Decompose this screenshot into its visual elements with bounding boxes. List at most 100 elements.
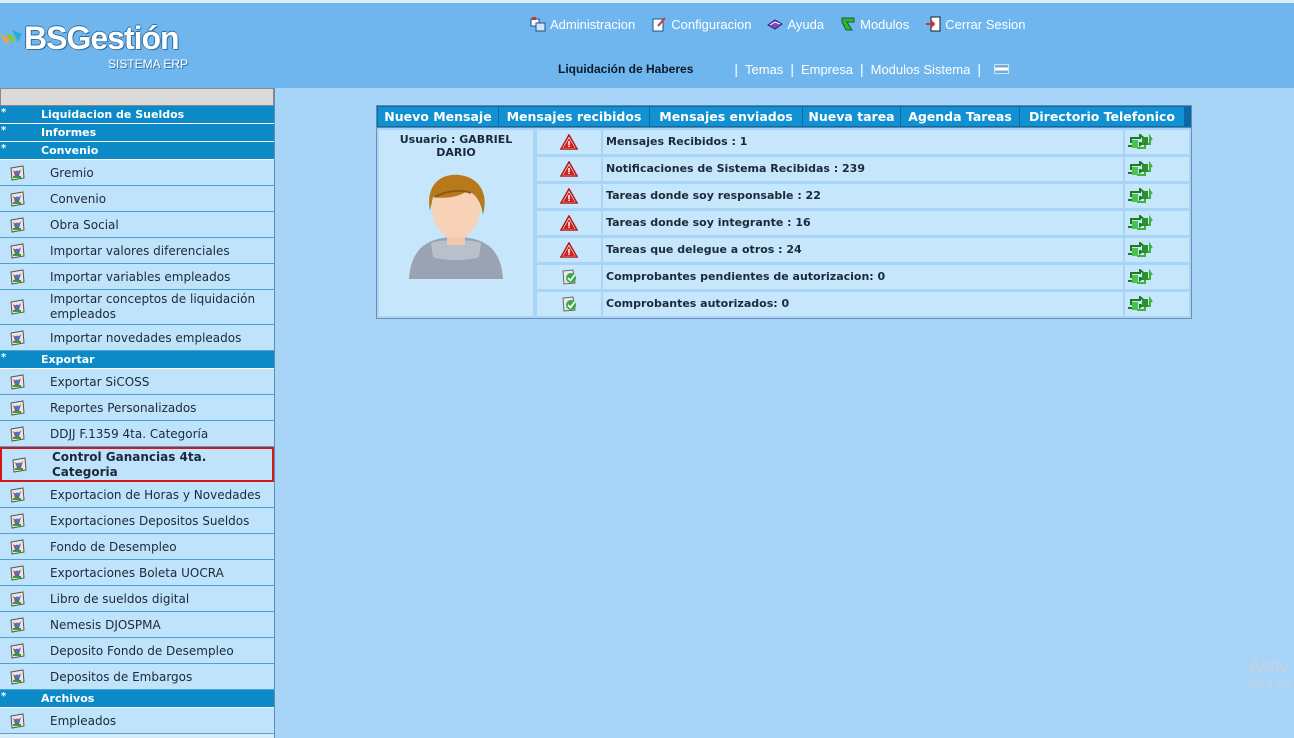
menu-item-icon <box>10 456 28 474</box>
menu-item-label: Importar novedades empleados <box>50 330 242 345</box>
menu-item-icon <box>8 399 26 417</box>
menu-item-icon <box>8 642 26 660</box>
notification-row: Tareas que delegue a otros : 24 <box>537 238 1189 262</box>
menu-item[interactable]: Importar conceptos de liquidación emplea… <box>0 290 274 325</box>
nav-ayuda-label: Ayuda <box>787 16 825 32</box>
notification-text: Tareas que delegue a otros : 24 <box>603 238 1123 262</box>
menu-section[interactable]: Informes <box>0 122 274 142</box>
notification-text: Comprobantes pendientes de autorizacion:… <box>603 265 1123 289</box>
menu-item-icon <box>8 373 26 391</box>
menu-item[interactable]: Libro de sueldos digital <box>0 586 274 612</box>
nav-modulos-label: Modulos <box>860 16 910 32</box>
menu-item[interactable]: Importar variables empleados <box>0 264 274 290</box>
watermark: Activ Ve a Co <box>1249 656 1292 691</box>
separator: | <box>859 61 864 77</box>
menu-item[interactable]: Exportacion de Horas y Novedades <box>0 482 274 508</box>
menu-item[interactable]: Gremio <box>0 160 274 186</box>
nav-modulos[interactable]: Modulos <box>840 16 909 32</box>
menu-item-label: Importar variables empleados <box>50 269 231 284</box>
sidebar-search-bar[interactable] <box>0 88 274 106</box>
menu-item-icon <box>8 668 26 686</box>
check-icon <box>537 265 601 289</box>
go-arrow-icon[interactable] <box>1125 184 1189 208</box>
link-empresa[interactable]: Empresa <box>801 62 853 77</box>
menu-item[interactable]: Importar novedades empleados <box>0 325 274 351</box>
menu-item-icon <box>8 512 26 530</box>
menu-item-label: Libro de sueldos digital <box>50 591 190 606</box>
module-bar: Liquidación de Haberes | Temas | Empresa… <box>558 61 1009 77</box>
menu-item-selected[interactable]: Control Ganancias 4ta. Categoria <box>0 447 274 482</box>
link-modulos-sistema[interactable]: Modulos Sistema <box>871 62 971 77</box>
watermark-line2: Ve a Co <box>1249 677 1292 691</box>
notification-row: Tareas donde soy responsable : 22 <box>537 184 1189 208</box>
notification-row: Mensajes Recibidos : 1 <box>537 130 1189 154</box>
notification-text: Notificaciones de Sistema Recibidas : 23… <box>603 157 1123 181</box>
tab-agenda-tareas[interactable]: Agenda Tareas <box>901 107 1019 126</box>
link-temas[interactable]: Temas <box>745 62 783 77</box>
tab-mensajes-enviados[interactable]: Mensajes enviados <box>650 107 802 126</box>
menu-item-label: Reportes Personalizados <box>50 400 197 415</box>
menu-section[interactable]: Convenio <box>0 140 274 160</box>
argentina-flag-icon[interactable] <box>993 64 1009 74</box>
menu-item-icon <box>8 242 26 260</box>
menu-item-label: Empleados <box>50 713 117 728</box>
menu-item-icon <box>8 216 26 234</box>
menu-item[interactable]: Fondo de Desempleo <box>0 534 274 560</box>
warning-icon <box>537 157 601 181</box>
menu-item-icon <box>8 486 26 504</box>
tab-directorio-telefonico[interactable]: Directorio Telefonico <box>1020 107 1184 126</box>
menu-item-icon <box>8 590 26 608</box>
menu-item-label: Nemesis DJOSPMA <box>50 617 161 632</box>
menu-item[interactable]: Exportar SiCOSS <box>0 369 274 395</box>
tab-mensajes-recibidos[interactable]: Mensajes recibidos <box>499 107 649 126</box>
logout-icon <box>926 16 941 32</box>
separator: | <box>790 61 794 77</box>
tab-nuevo-mensaje[interactable]: Nuevo Mensaje <box>378 107 498 126</box>
menu-item[interactable]: Empleados <box>0 708 274 734</box>
go-arrow-icon[interactable] <box>1125 265 1189 289</box>
go-arrow-icon[interactable] <box>1125 238 1189 262</box>
menu-item-label: Depositos de Embargos <box>50 669 193 684</box>
menu-item-label: Exportaciones Depositos Sueldos <box>50 513 250 528</box>
menu-item-icon <box>8 268 26 286</box>
menu-item-label: Importar valores diferenciales <box>50 243 230 258</box>
menu-section[interactable]: Exportar <box>0 349 274 369</box>
menu-item-label: Importar conceptos de liquidación emplea… <box>50 292 256 321</box>
nav-administracion[interactable]: Administracion <box>530 16 635 32</box>
logo[interactable]: BSGestión SISTEMA ERP <box>0 20 210 75</box>
logo-subtitle: SISTEMA ERP <box>108 57 189 71</box>
warning-icon <box>537 130 601 154</box>
go-arrow-icon[interactable] <box>1125 211 1189 235</box>
check-icon <box>537 292 601 316</box>
menu-item-label: Gremio <box>50 165 94 180</box>
menu-item-icon <box>8 329 26 347</box>
separator: | <box>734 61 739 77</box>
menu-item[interactable]: Reportes Personalizados <box>0 395 274 421</box>
nav-cerrar-sesion[interactable]: Cerrar Sesion <box>925 16 1025 32</box>
menu-item[interactable]: Importar valores diferenciales <box>0 238 274 264</box>
modules-icon <box>841 17 855 31</box>
go-arrow-icon[interactable] <box>1125 130 1189 154</box>
menu-section[interactable]: Liquidacion de Sueldos <box>0 104 274 124</box>
notification-text: Mensajes Recibidos : 1 <box>603 130 1123 154</box>
go-arrow-icon[interactable] <box>1125 157 1189 181</box>
menu-item[interactable]: Exportaciones Depositos Sueldos <box>0 508 274 534</box>
menu-item[interactable]: Obra Social <box>0 212 274 238</box>
nav-configuracion[interactable]: Configuracion <box>651 16 751 32</box>
nav-ayuda[interactable]: Ayuda <box>767 16 824 32</box>
tab-nueva-tarea[interactable]: Nueva tarea <box>803 107 900 126</box>
menu-item[interactable]: DDJJ F.1359 4ta. Categoría <box>0 421 274 447</box>
menu-item[interactable]: Nemesis DJOSPMA <box>0 612 274 638</box>
menu-item[interactable]: Convenio <box>0 186 274 212</box>
menu-item-label: Obra Social <box>50 217 119 232</box>
menu-section[interactable]: Archivos <box>0 688 274 708</box>
logo-text: BSGestión <box>24 20 180 56</box>
notification-text: Comprobantes autorizados: 0 <box>603 292 1123 316</box>
tab-bar: Nuevo Mensaje Mensajes recibidos Mensaje… <box>376 105 1192 128</box>
menu-item[interactable]: Exportaciones Boleta UOCRA <box>0 560 274 586</box>
admin-icon <box>530 17 546 32</box>
go-arrow-icon[interactable] <box>1125 292 1189 316</box>
menu-item[interactable]: Depositos de Embargos <box>0 664 274 690</box>
notification-row: Comprobantes pendientes de autorizacion:… <box>537 265 1189 289</box>
menu-item[interactable]: Deposito Fondo de Desempleo <box>0 638 274 664</box>
